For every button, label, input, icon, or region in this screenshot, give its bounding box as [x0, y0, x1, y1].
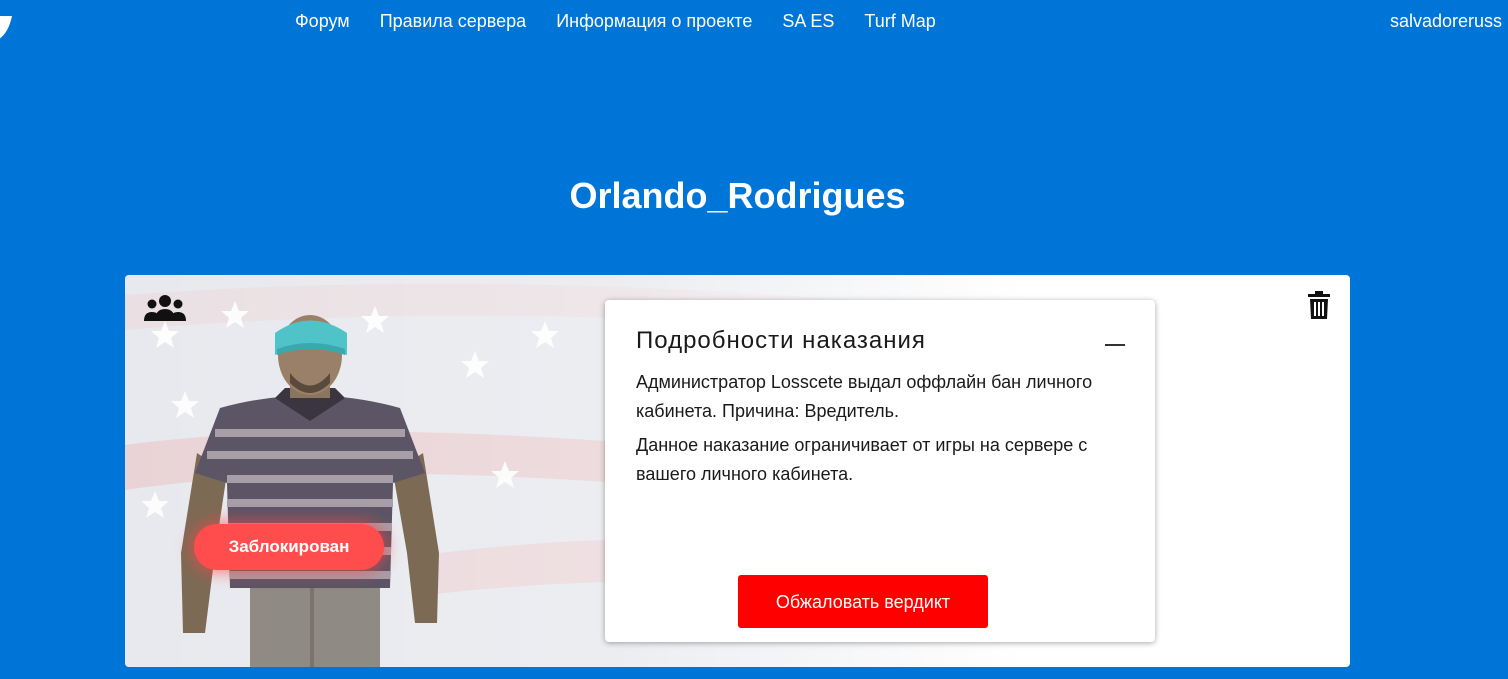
logo-icon[interactable]	[0, 2, 20, 42]
nav-turf-map[interactable]: Turf Map	[864, 9, 935, 33]
punishment-effect-text: Данное наказание ограничивает от игры на…	[636, 435, 1088, 484]
punishment-details-panel: Подробности наказания Администратор Loss…	[605, 300, 1155, 642]
user-menu[interactable]: salvadoreruss	[1390, 9, 1502, 33]
player-skin-image	[181, 315, 439, 667]
punishment-description: Администратор Losscete выдал оффлайн бан…	[636, 368, 1131, 494]
users-icon[interactable]	[143, 293, 187, 321]
status-badge: Заблокирован	[194, 524, 384, 570]
top-navbar: Форум Правила сервера Информация о проек…	[0, 0, 1508, 44]
nav-project-info[interactable]: Информация о проекте	[556, 9, 752, 33]
punishment-reason-text: Администратор Losscete выдал оффлайн бан…	[636, 372, 1093, 421]
appeal-verdict-button[interactable]: Обжаловать вердикт	[738, 575, 988, 628]
trash-icon[interactable]	[1308, 291, 1330, 319]
panel-title: Подробности наказания	[636, 327, 926, 354]
minus-icon[interactable]	[1105, 344, 1125, 346]
nav-forum[interactable]: Форум	[295, 9, 350, 33]
nav-sa-es[interactable]: SA ES	[782, 9, 834, 33]
profile-card: Заблокирован Подробности наказания Админ…	[125, 275, 1350, 667]
nav-server-rules[interactable]: Правила сервера	[380, 9, 527, 33]
main-nav: Форум Правила сервера Информация о проек…	[295, 9, 966, 33]
page-title: Orlando_Rodrigues	[569, 175, 906, 216]
